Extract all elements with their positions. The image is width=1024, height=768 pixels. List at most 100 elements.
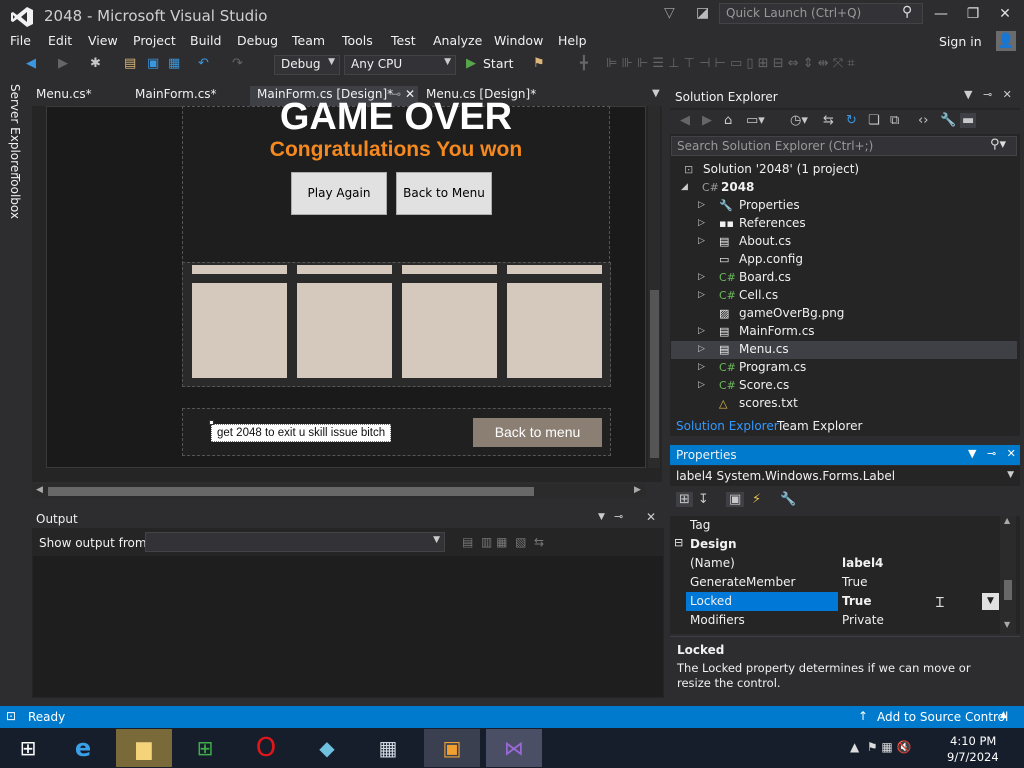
collapsed-icon[interactable]: ▷ xyxy=(698,344,705,354)
properties-scrollbar[interactable]: ▲ ▼ xyxy=(1000,516,1016,634)
designer-vertical-scroll-thumb[interactable] xyxy=(650,290,659,458)
tree-item[interactable]: ▷ ▤ About.cs xyxy=(671,233,1017,251)
label4-selected[interactable]: get 2048 to exit u skill issue bitch xyxy=(211,424,392,442)
opera-icon[interactable]: O xyxy=(238,729,294,767)
grid-cell[interactable] xyxy=(297,265,392,274)
grid-cell[interactable] xyxy=(507,265,602,274)
server-explorer-tab[interactable]: Server Explorer xyxy=(8,84,22,177)
app-icon[interactable]: ◆ xyxy=(299,729,355,767)
collapsed-icon[interactable]: ▷ xyxy=(698,362,705,372)
menu-analyze[interactable]: Analyze xyxy=(433,33,482,48)
office-icon[interactable]: ▣ xyxy=(424,729,480,767)
tree-item[interactable]: △ scores.txt xyxy=(671,395,1017,413)
tree-project-row[interactable]: ◢ C# 2048 xyxy=(671,179,1017,197)
menu-project[interactable]: Project xyxy=(133,33,176,48)
property-row-tag[interactable]: Tag xyxy=(672,516,1000,535)
store-icon[interactable]: ⊞ xyxy=(177,729,233,767)
selection-handle[interactable] xyxy=(209,420,214,425)
sign-in-link[interactable]: Sign in xyxy=(939,34,982,49)
property-row-locked[interactable]: Locked True Ɪ ▼ xyxy=(672,592,1000,611)
collapsed-icon[interactable]: ▷ xyxy=(698,326,705,336)
board-grid-panel[interactable] xyxy=(182,262,611,387)
clock-date[interactable]: 9/7/2024 xyxy=(947,750,999,764)
platform-combo[interactable]: Any CPU ▼ xyxy=(344,55,456,75)
back-to-menu-button[interactable]: Back to Menu xyxy=(396,172,492,215)
grid-cell[interactable] xyxy=(402,265,497,274)
switch-views-icon[interactable]: ▭▾ xyxy=(746,113,765,128)
designer-horizontal-scroll-thumb[interactable] xyxy=(48,487,534,496)
back-to-menu-bottom-button[interactable]: Back to menu xyxy=(473,418,602,447)
menu-test[interactable]: Test xyxy=(391,33,416,48)
property-row-generatemember[interactable]: GenerateMember True xyxy=(672,573,1000,592)
collapse-icon[interactable]: ⊟ xyxy=(674,536,683,549)
tree-item[interactable]: ▷ C# Score.cs xyxy=(671,377,1017,395)
properties-window-icons[interactable]: ▼ ⊸ ✕ xyxy=(968,447,1016,460)
account-icon[interactable]: 👤 xyxy=(996,31,1016,51)
dropdown-button[interactable]: ▼ xyxy=(982,593,999,610)
menu-window[interactable]: Window xyxy=(494,33,543,48)
system-tray-icons[interactable]: ▲ ⚑ ▦ 🔇 xyxy=(850,740,912,754)
pending-changes-icon[interactable]: ◷▾ xyxy=(790,113,808,128)
grid-cell[interactable] xyxy=(402,283,497,378)
menu-help[interactable]: Help xyxy=(558,33,587,48)
alphabetical-icon[interactable]: ↧ xyxy=(698,492,709,507)
properties-icon[interactable]: ▣ xyxy=(726,492,745,507)
menu-tools[interactable]: Tools xyxy=(342,33,373,48)
menu-file[interactable]: File xyxy=(10,33,31,48)
minimize-button[interactable]: — xyxy=(926,3,956,25)
back-icon[interactable]: ◀ xyxy=(26,56,36,71)
tree-item[interactable]: ▭ App.config xyxy=(671,251,1017,269)
find-in-files-icon[interactable]: ⚑ xyxy=(533,56,545,71)
play-again-button[interactable]: Play Again xyxy=(291,172,387,215)
grid-cell[interactable] xyxy=(192,283,287,378)
game-over-label[interactable]: GAME OVER xyxy=(182,96,610,139)
solution-explorer-window-icons[interactable]: ▼ ⊸ ✕ xyxy=(964,88,1012,101)
scroll-left-icon[interactable]: ◀ xyxy=(36,485,43,495)
property-category-design[interactable]: ⊟ Design xyxy=(672,535,1000,554)
grid-cell[interactable] xyxy=(507,283,602,378)
tree-item[interactable]: ▷ 🔧 Properties xyxy=(671,197,1017,215)
windows-start-icon[interactable]: ⊞ xyxy=(0,729,56,767)
properties-wrench-icon[interactable]: 🔧 xyxy=(940,113,956,128)
search-icon[interactable]: ⚲ xyxy=(902,4,912,20)
internet-explorer-icon[interactable]: e xyxy=(55,729,111,767)
tab-team-explorer[interactable]: Team Explorer xyxy=(777,419,863,433)
chevron-up-icon[interactable]: ▲ xyxy=(1000,710,1007,720)
search-icon[interactable]: ⚲▾ xyxy=(990,137,1006,152)
grid-cell[interactable] xyxy=(297,283,392,378)
redo-icon[interactable]: ↷ xyxy=(232,56,243,71)
scroll-thumb[interactable] xyxy=(1004,580,1012,600)
close-icon[interactable]: ✕ xyxy=(646,510,656,524)
solution-search-input[interactable]: Search Solution Explorer (Ctrl+;) xyxy=(671,136,1017,156)
tree-item[interactable]: ▷ ▪▪ References xyxy=(671,215,1017,233)
forward-icon[interactable]: ▶ xyxy=(702,113,712,128)
tree-item[interactable]: ▷ C# Board.cs xyxy=(671,269,1017,287)
pin-icon[interactable]: ⊸ xyxy=(614,510,623,523)
sync-icon[interactable]: ⇆ xyxy=(823,113,834,128)
collapsed-icon[interactable]: ▷ xyxy=(698,380,705,390)
categorized-icon[interactable]: ⊞ xyxy=(676,492,693,507)
collapsed-icon[interactable]: ▷ xyxy=(698,218,705,228)
save-icon[interactable]: ▣ xyxy=(147,56,159,71)
congratulations-label[interactable]: Congratulations You won xyxy=(182,138,610,162)
chevron-down-icon[interactable]: ▼ xyxy=(598,512,605,522)
menu-debug[interactable]: Debug xyxy=(237,33,278,48)
property-pages-icon[interactable]: 🔧 xyxy=(780,492,796,507)
visual-studio-taskbar-icon[interactable]: ⋈ xyxy=(486,729,542,767)
collapsed-icon[interactable]: ▷ xyxy=(698,200,705,210)
collapsed-icon[interactable]: ▷ xyxy=(698,272,705,282)
events-icon[interactable]: ⚡ xyxy=(752,492,761,507)
toolbox-tab[interactable]: Toolbox xyxy=(8,174,22,219)
tab-dropdown-icon[interactable]: ▼ xyxy=(652,88,660,99)
property-row-name[interactable]: (Name) label4 xyxy=(672,554,1000,573)
feedback-icon[interactable]: ◪ xyxy=(696,5,709,21)
menu-view[interactable]: View xyxy=(88,33,118,48)
tree-item[interactable]: ▷ C# Cell.cs xyxy=(671,287,1017,305)
refresh-icon[interactable]: ↻ xyxy=(846,113,857,128)
preview-icon[interactable]: ▬ xyxy=(960,113,977,128)
maximize-button[interactable]: ❐ xyxy=(958,3,988,25)
tree-item[interactable]: ▨ gameOverBg.png xyxy=(671,305,1017,323)
notification-flag-icon[interactable]: ▽ xyxy=(664,5,675,21)
tree-item-selected[interactable]: ▷ ▤ Menu.cs xyxy=(671,341,1017,359)
quick-launch-input[interactable]: Quick Launch (Ctrl+Q) xyxy=(719,3,923,24)
